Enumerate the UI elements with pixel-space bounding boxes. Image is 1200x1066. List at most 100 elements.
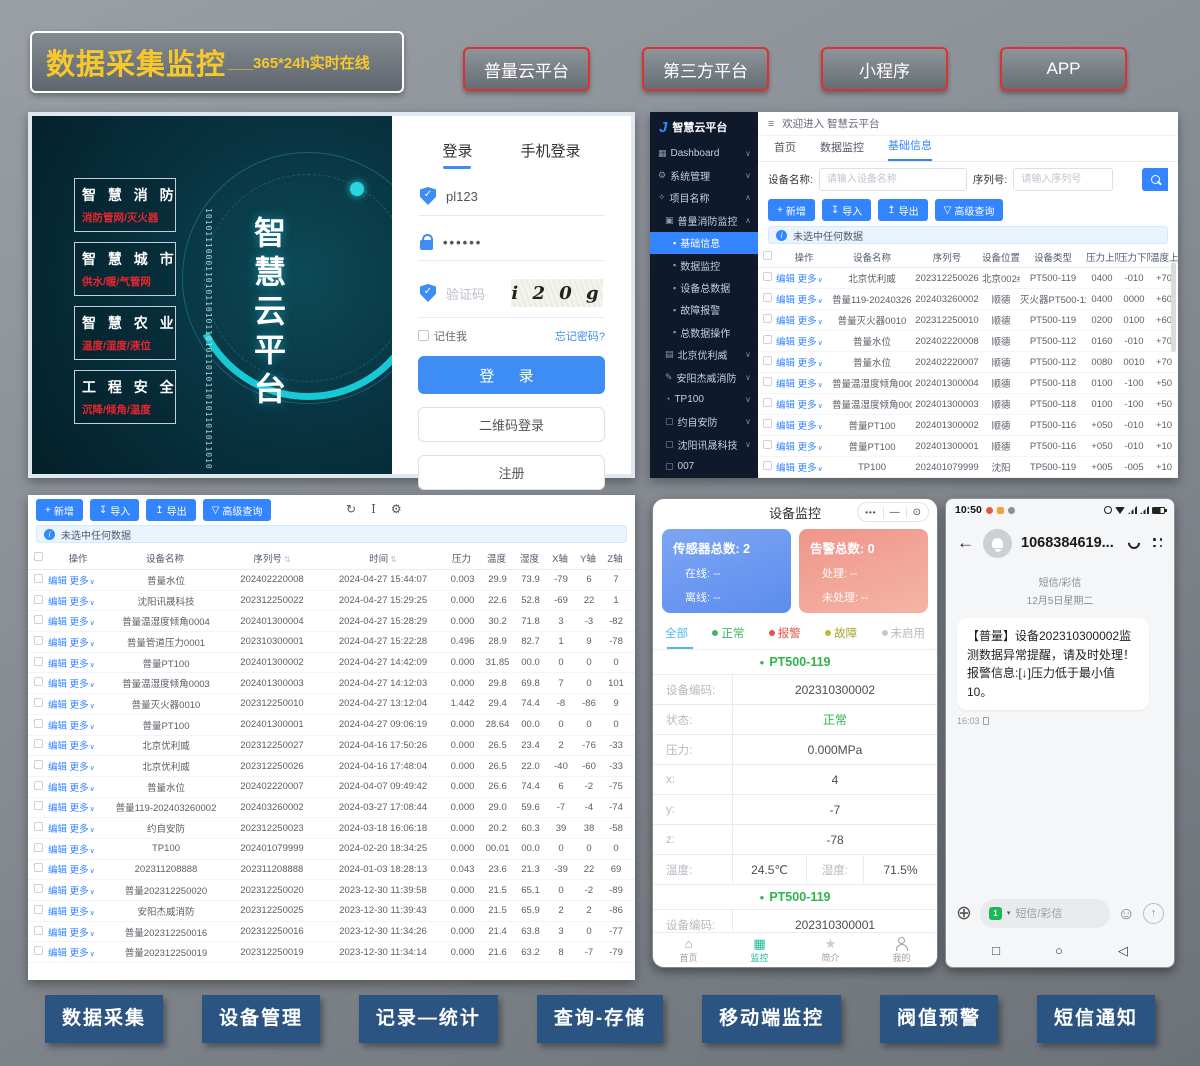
row-checkbox[interactable] bbox=[763, 377, 772, 386]
sms-input[interactable]: 1 ▾ 短信/彩信 bbox=[980, 899, 1110, 928]
admin-tab[interactable]: 基础信息 bbox=[888, 137, 932, 161]
column-header[interactable]: 设备名称 bbox=[110, 551, 222, 565]
more-link[interactable]: 更多∨ bbox=[70, 679, 95, 690]
density-icon[interactable]: I bbox=[371, 502, 376, 516]
row-checkbox[interactable] bbox=[34, 822, 43, 831]
more-link[interactable]: 更多∨ bbox=[70, 886, 95, 897]
remember-me[interactable]: 记住我 bbox=[418, 328, 467, 344]
phone-icon[interactable] bbox=[1126, 535, 1143, 552]
column-header[interactable]: 设备类型 bbox=[1020, 250, 1086, 264]
more-link[interactable]: 更多∨ bbox=[70, 783, 95, 794]
captcha-field[interactable]: ✓ 验证码 i 2 0 g bbox=[418, 269, 605, 318]
more-link[interactable]: 更多∨ bbox=[70, 803, 95, 814]
select-all-checkbox[interactable] bbox=[763, 251, 772, 260]
more-link[interactable]: 更多∨ bbox=[70, 865, 95, 876]
edit-link[interactable]: 编辑 bbox=[48, 803, 67, 814]
more-link[interactable]: 更多∨ bbox=[70, 721, 95, 732]
edit-link[interactable]: 编辑 bbox=[48, 762, 67, 773]
filter-tab[interactable]: 未启用 bbox=[882, 625, 926, 641]
sidebar-item[interactable]: ▣ 普量消防监控 ∧ bbox=[650, 209, 758, 231]
edit-link[interactable]: 编辑 bbox=[776, 316, 795, 327]
row-checkbox[interactable] bbox=[34, 863, 43, 872]
search-button[interactable] bbox=[1142, 168, 1168, 191]
edit-link[interactable]: 编辑 bbox=[48, 783, 67, 794]
more-link[interactable]: 更多∨ bbox=[798, 442, 823, 453]
row-checkbox[interactable] bbox=[34, 677, 43, 686]
edit-link[interactable]: 编辑 bbox=[48, 617, 67, 628]
import-button[interactable]: ↧导入 bbox=[822, 199, 871, 221]
column-header[interactable]: 湿度 bbox=[514, 551, 547, 565]
edit-link[interactable]: 编辑 bbox=[48, 597, 67, 608]
edit-link[interactable]: 编辑 bbox=[776, 295, 795, 306]
row-checkbox[interactable] bbox=[763, 440, 772, 449]
more-link[interactable]: 更多∨ bbox=[70, 762, 95, 773]
sidebar-item[interactable]: ▢ 沈阳讯晟科技 ∨ bbox=[650, 433, 758, 455]
edit-link[interactable]: 编辑 bbox=[48, 886, 67, 897]
column-header[interactable]: 设备位置 bbox=[982, 250, 1020, 264]
more-link[interactable]: 更多∨ bbox=[70, 907, 95, 918]
minimize-icon[interactable]: — bbox=[890, 507, 900, 518]
edit-link[interactable]: 编辑 bbox=[776, 337, 795, 348]
edit-link[interactable]: 编辑 bbox=[48, 741, 67, 752]
send-icon[interactable]: ↑ bbox=[1143, 903, 1164, 924]
row-checkbox[interactable] bbox=[34, 760, 43, 769]
row-checkbox[interactable] bbox=[34, 657, 43, 666]
device-header[interactable]: ● PT500-119 bbox=[653, 650, 937, 675]
select-all-checkbox[interactable] bbox=[34, 552, 43, 561]
sidebar-item[interactable]: ✧ 项目名称 ∧ bbox=[650, 187, 758, 209]
sidebar-item[interactable]: ▪ 故障报警 bbox=[650, 299, 758, 321]
edit-link[interactable]: 编辑 bbox=[48, 659, 67, 670]
row-checkbox[interactable] bbox=[34, 698, 43, 707]
nav-home-icon[interactable]: ○ bbox=[1055, 943, 1063, 958]
tab-intro[interactable]: ★简介 bbox=[821, 937, 839, 964]
more-link[interactable]: 更多∨ bbox=[70, 638, 95, 649]
edit-link[interactable]: 编辑 bbox=[48, 824, 67, 835]
edit-link[interactable]: 编辑 bbox=[776, 400, 795, 411]
sidebar-item[interactable]: ✎ 安阳杰威消防 ∨ bbox=[650, 366, 758, 388]
column-header[interactable]: 设备名称 bbox=[832, 250, 912, 264]
more-link[interactable]: 更多∨ bbox=[70, 741, 95, 752]
row-checkbox[interactable] bbox=[763, 419, 772, 428]
advanced-query-button[interactable]: ▽高级查询 bbox=[203, 499, 272, 521]
forgot-password-link[interactable]: 忘记密码? bbox=[555, 328, 605, 344]
username-field[interactable]: ✓ pl123 bbox=[418, 177, 605, 216]
more-link[interactable]: 更多∨ bbox=[798, 400, 823, 411]
avatar[interactable] bbox=[983, 529, 1012, 558]
row-checkbox[interactable] bbox=[34, 884, 43, 893]
footer-button[interactable]: 移动端监控 bbox=[702, 995, 841, 1043]
row-checkbox[interactable] bbox=[34, 719, 43, 728]
device-name-input[interactable] bbox=[819, 168, 967, 191]
edit-link[interactable]: 编辑 bbox=[48, 928, 67, 939]
sidebar-item[interactable]: ▪ 基础信息 bbox=[650, 232, 758, 254]
tab-phone-login[interactable]: 手机登录 bbox=[521, 140, 581, 169]
row-checkbox[interactable] bbox=[34, 615, 43, 624]
header-nav-button[interactable]: 普量云平台 bbox=[463, 47, 590, 91]
more-link[interactable]: 更多∨ bbox=[70, 948, 95, 959]
edit-link[interactable]: 编辑 bbox=[48, 576, 67, 587]
footer-button[interactable]: 记录—统计 bbox=[359, 995, 498, 1043]
footer-button[interactable]: 短信通知 bbox=[1037, 995, 1155, 1043]
column-header[interactable]: 压力下限 bbox=[1118, 250, 1150, 264]
register-button[interactable]: 注册 bbox=[418, 455, 605, 490]
back-icon[interactable]: ← bbox=[957, 533, 974, 553]
login-button[interactable]: 登 录 bbox=[418, 356, 605, 394]
export-button[interactable]: ↥导出 bbox=[878, 199, 927, 221]
header-nav-button[interactable]: 第三方平台 bbox=[642, 47, 769, 91]
filter-tab[interactable]: 故障 bbox=[825, 625, 857, 641]
edit-link[interactable]: 编辑 bbox=[48, 845, 67, 856]
row-checkbox[interactable] bbox=[34, 574, 43, 583]
sidebar-item[interactable]: ▤ 北京优利威 ∨ bbox=[650, 344, 758, 366]
filter-tab[interactable]: 报警 bbox=[769, 625, 801, 641]
sidebar-item[interactable]: ▪ 总数据操作 bbox=[650, 321, 758, 343]
admin-tab[interactable]: 数据监控 bbox=[820, 139, 864, 161]
edit-link[interactable]: 编辑 bbox=[48, 865, 67, 876]
column-header[interactable]: 序列号 bbox=[912, 250, 982, 264]
gear-icon[interactable]: ⚙ bbox=[391, 502, 402, 516]
row-checkbox[interactable] bbox=[34, 636, 43, 645]
edit-link[interactable]: 编辑 bbox=[48, 907, 67, 918]
add-button[interactable]: +新增 bbox=[36, 499, 83, 521]
row-checkbox[interactable] bbox=[34, 739, 43, 748]
row-checkbox[interactable] bbox=[763, 356, 772, 365]
row-checkbox[interactable] bbox=[763, 293, 772, 302]
column-header[interactable]: 温度 bbox=[481, 551, 514, 565]
